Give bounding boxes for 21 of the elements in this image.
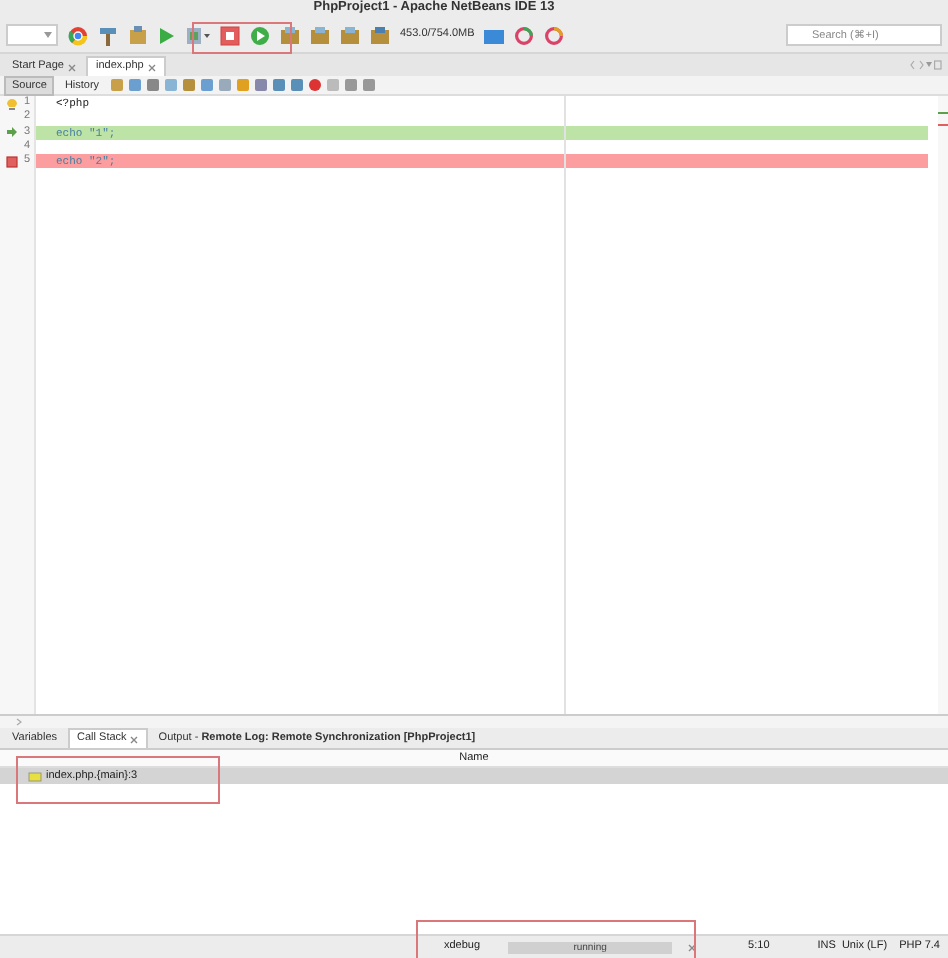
cancel-icon[interactable] [688,943,697,951]
debug-icon[interactable] [186,25,210,45]
chevron-icon[interactable] [16,718,22,726]
arrow-icon[interactable] [6,126,18,139]
close-icon[interactable] [147,63,156,71]
box-icon[interactable] [128,25,148,45]
continue-icon[interactable] [250,25,270,45]
caret-icon [44,32,52,38]
browser-icon[interactable] [68,25,88,45]
close-icon[interactable] [130,735,139,743]
frame-icon [28,771,42,781]
breakpoint-icon[interactable] [6,155,18,168]
close-icon[interactable] [68,63,76,71]
breakpoint-icon[interactable] [307,78,322,92]
lightbulb-icon[interactable] [6,97,18,110]
tab-navigation-icon[interactable] [910,60,942,70]
highlight-frame [192,22,292,54]
hammer-icon[interactable] [98,25,118,45]
configuration-dropdown[interactable] [6,24,58,46]
run-icon[interactable] [158,25,176,45]
stop-icon[interactable] [220,25,240,45]
